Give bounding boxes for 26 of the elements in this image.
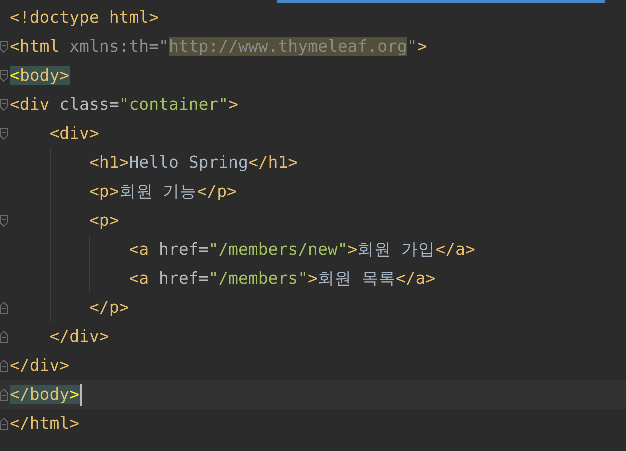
code-line: <!doctype html> xyxy=(10,6,160,28)
fold-marker-icon[interactable] xyxy=(0,128,8,140)
code-line: <div class="container"> xyxy=(10,94,238,116)
fold-marker-icon[interactable] xyxy=(0,388,8,400)
code-line: </div> xyxy=(10,354,70,376)
fold-marker-icon[interactable] xyxy=(0,418,8,430)
fold-marker-icon[interactable] xyxy=(0,302,8,314)
fold-marker-icon[interactable] xyxy=(0,214,8,226)
fold-marker-icon[interactable] xyxy=(0,70,8,82)
fold-marker-icon[interactable] xyxy=(0,40,8,52)
code-line: </div> xyxy=(50,326,110,348)
code-line: <h1>Hello Spring</h1> xyxy=(89,152,298,174)
code-line: <div> xyxy=(50,122,100,144)
code-line: <a href="/members/new">회원 가입</a> xyxy=(129,238,476,260)
fold-marker-icon[interactable] xyxy=(0,330,8,342)
fold-marker-icon[interactable] xyxy=(0,360,8,372)
code-line: </p> xyxy=(89,296,130,318)
code-line: </body> xyxy=(10,384,80,406)
text-cursor xyxy=(80,384,82,406)
code-line: <a href="/members">회원 목록</a> xyxy=(129,268,436,290)
code-line: <p>회원 기능</p> xyxy=(89,180,237,202)
code-line: <p> xyxy=(89,210,120,232)
code-line: <html xmlns:th="http://www.thymeleaf.org"> xyxy=(10,36,428,58)
code-line: </html> xyxy=(10,412,80,434)
code-line: <body> xyxy=(10,64,70,86)
fold-marker-icon[interactable] xyxy=(0,98,8,110)
